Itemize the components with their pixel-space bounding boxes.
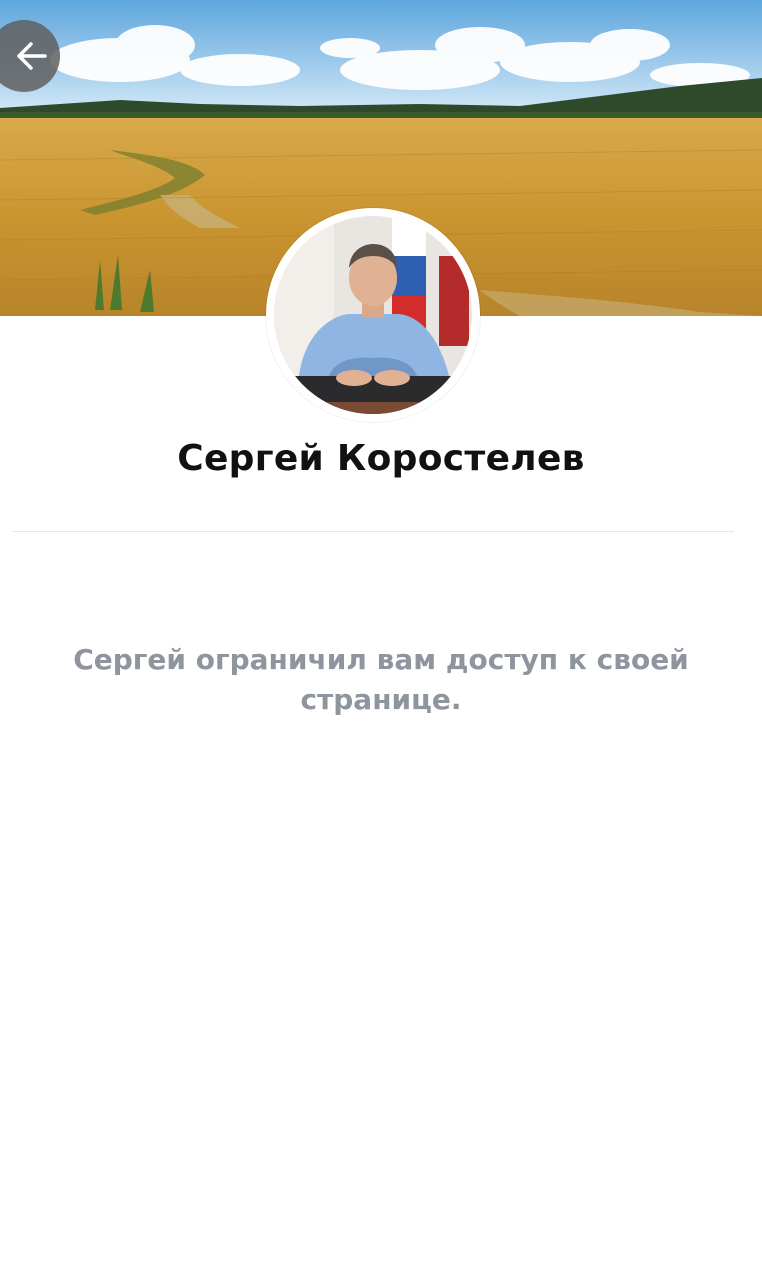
- divider: [12, 531, 734, 532]
- arrow-left-icon: [17, 42, 47, 70]
- avatar-photo: [274, 216, 472, 414]
- profile-name: Сергей Коростелев: [177, 438, 585, 479]
- access-restricted-message: Сергей ограничил вам доступ к своей стра…: [73, 643, 689, 716]
- avatar: [274, 216, 472, 414]
- avatar-frame[interactable]: [266, 208, 480, 422]
